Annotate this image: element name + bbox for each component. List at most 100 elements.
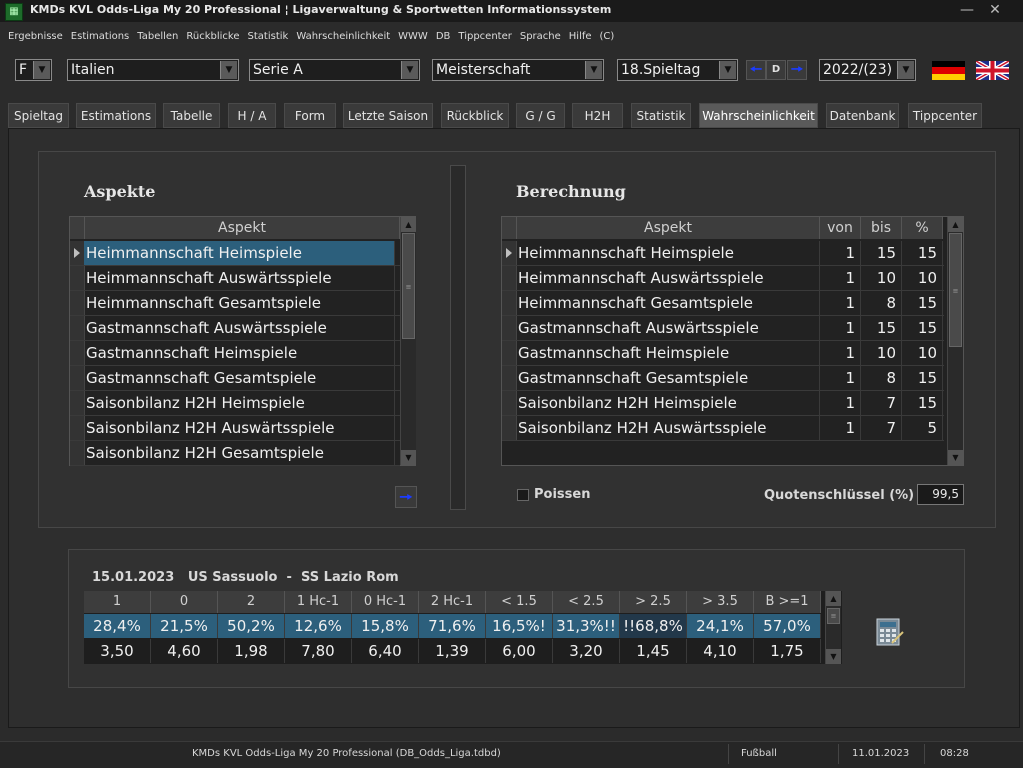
tab-form[interactable]: Form — [284, 103, 336, 128]
tab-statistik[interactable]: Statistik — [631, 103, 691, 128]
competition-select-value: Meisterschaft — [436, 62, 531, 78]
league-select[interactable]: Serie A ▼ — [249, 59, 420, 81]
berechnung-scrollbar[interactable]: ▲ ≡ ▼ — [947, 217, 963, 465]
scroll-thumb[interactable]: ≡ — [827, 608, 840, 624]
window-title: KMDs KVL Odds-Liga My 20 Professional ¦ … — [30, 3, 612, 16]
uk-flag-icon[interactable] — [976, 61, 1009, 80]
title-bar: ▦ KMDs KVL Odds-Liga My 20 Professional … — [0, 0, 1023, 22]
menu-tabellen[interactable]: Tabellen — [137, 27, 178, 47]
list-item[interactable]: Saisonbilanz H2H Heimspiele — [70, 391, 400, 416]
list-item[interactable]: Heimmannschaft Heimspiele — [70, 241, 400, 266]
tab-h2h[interactable]: H2H — [572, 103, 623, 128]
menu-rueckblicke[interactable]: Rückblicke — [186, 27, 239, 47]
season-select[interactable]: 2022/(23) ▼ — [819, 59, 916, 81]
aspekte-scrollbar[interactable]: ▲ ≡ ▼ — [400, 217, 416, 465]
probability-cell: 71,6% — [419, 614, 486, 638]
table-row[interactable]: Gastmannschaft Heimspiele 1 10 10 — [502, 341, 944, 366]
tab-tippcenter[interactable]: Tippcenter — [908, 103, 982, 128]
scroll-up-icon[interactable]: ▲ — [826, 591, 841, 606]
scroll-thumb[interactable]: ≡ — [949, 233, 962, 347]
table-row[interactable]: Heimmannschaft Heimspiele 1 15 15 — [502, 241, 944, 266]
scroll-up-icon[interactable]: ▲ — [948, 217, 963, 232]
grid-indicator-header — [70, 217, 85, 239]
von-column-header[interactable]: von — [820, 217, 861, 239]
close-button[interactable]: ✕ — [985, 1, 1005, 19]
menu-wahrscheinlichkeit[interactable]: Wahrscheinlichkeit — [296, 27, 390, 47]
tab-datenbank[interactable]: Datenbank — [826, 103, 899, 128]
status-sport: Fußball — [741, 748, 777, 759]
tab-estimations[interactable]: Estimations — [76, 103, 156, 128]
mode-select[interactable]: F ▼ — [15, 59, 52, 81]
menu-statistik[interactable]: Statistik — [248, 27, 289, 47]
matchday-select[interactable]: 18.Spieltag ▼ — [617, 59, 738, 81]
scroll-down-icon[interactable]: ▼ — [826, 649, 841, 664]
season-select-value: 2022/(23) — [823, 62, 893, 78]
tab-rueckblick[interactable]: Rückblick — [441, 103, 509, 128]
list-item[interactable]: Heimmannschaft Gesamtspiele — [70, 291, 400, 316]
poissen-checkbox[interactable] — [517, 489, 529, 501]
scroll-down-icon[interactable]: ▼ — [948, 450, 963, 465]
competition-select[interactable]: Meisterschaft ▼ — [432, 59, 604, 81]
calculator-icon[interactable] — [875, 617, 905, 647]
menu-db[interactable]: DB — [436, 27, 451, 47]
percent-column-header[interactable]: % — [902, 217, 943, 239]
panel-splitter[interactable] — [450, 165, 466, 510]
bis-column-header[interactable]: bis — [861, 217, 902, 239]
table-row[interactable]: Gastmannschaft Auswärtsspiele 1 15 15 — [502, 316, 944, 341]
menu-estimations[interactable]: Estimations — [71, 27, 129, 47]
aspekt-column-header[interactable]: Aspekt — [85, 217, 400, 239]
scroll-thumb[interactable]: ≡ — [402, 233, 415, 339]
team-separator: - — [286, 570, 292, 585]
table-row[interactable]: Saisonbilanz H2H Heimspiele 1 7 15 — [502, 391, 944, 416]
minimize-button[interactable]: — — [957, 1, 977, 19]
arrow-right-icon: 🠖 — [790, 62, 804, 78]
market-header: < 2.5 — [553, 591, 620, 613]
tab-tabelle[interactable]: Tabelle — [163, 103, 220, 128]
menu-tippcenter[interactable]: Tippcenter — [458, 27, 511, 47]
menu-hilfe[interactable]: Hilfe — [569, 27, 592, 47]
german-flag-icon[interactable] — [932, 61, 965, 80]
probability-cell: 21,5% — [151, 614, 218, 638]
probability-scrollbar[interactable]: ▲ ≡ ▼ — [825, 591, 841, 664]
aspekt-column-header[interactable]: Aspekt — [517, 217, 820, 239]
market-header: 1 — [84, 591, 151, 613]
current-matchday-button[interactable]: D — [766, 60, 786, 80]
list-item[interactable]: Gastmannschaft Gesamtspiele — [70, 366, 400, 391]
menu-www[interactable]: WWW — [398, 27, 428, 47]
probability-cell: 12,6% — [285, 614, 352, 638]
odds-cell: 7,80 — [285, 639, 352, 663]
country-select[interactable]: Italien ▼ — [67, 59, 239, 81]
tab-g-g[interactable]: G / G — [516, 103, 565, 128]
transfer-button[interactable]: 🠖 — [395, 486, 417, 508]
odds-cell: 6,00 — [486, 639, 553, 663]
table-row[interactable]: Gastmannschaft Gesamtspiele 1 8 15 — [502, 366, 944, 391]
mode-select-value: F — [19, 62, 28, 78]
odds-cell: 1,39 — [419, 639, 486, 663]
quotenschluessel-input[interactable]: 99,5 — [917, 484, 964, 505]
menu-ergebnisse[interactable]: Ergebnisse — [8, 27, 63, 47]
table-row[interactable]: Saisonbilanz H2H Auswärtsspiele 1 7 5 — [502, 416, 944, 441]
list-item[interactable]: Saisonbilanz H2H Gesamtspiele — [70, 441, 400, 466]
berechnung-title: Berechnung — [516, 182, 626, 201]
list-item[interactable]: Gastmannschaft Heimspiele — [70, 341, 400, 366]
odds-cell: 3,20 — [553, 639, 620, 663]
chevron-down-icon: ▼ — [897, 61, 914, 79]
tab-spieltag[interactable]: Spieltag — [8, 103, 69, 128]
scroll-up-icon[interactable]: ▲ — [401, 217, 416, 232]
tab-wahrscheinlichkeit[interactable]: Wahrscheinlichkeit — [699, 103, 818, 128]
list-item[interactable]: Gastmannschaft Auswärtsspiele — [70, 316, 400, 341]
list-item[interactable]: Heimmannschaft Auswärtsspiele — [70, 266, 400, 291]
menu-sprache[interactable]: Sprache — [520, 27, 561, 47]
table-row[interactable]: Heimmannschaft Gesamtspiele 1 8 15 — [502, 291, 944, 316]
next-matchday-button[interactable]: 🠖 — [787, 60, 807, 80]
menu-copyright[interactable]: (C) — [600, 27, 615, 47]
table-row[interactable]: Heimmannschaft Auswärtsspiele 1 10 10 — [502, 266, 944, 291]
tab-heim-auswaerts[interactable]: H / A — [228, 103, 276, 128]
country-select-value: Italien — [71, 62, 115, 78]
list-item[interactable]: Saisonbilanz H2H Auswärtsspiele — [70, 416, 400, 441]
odds-cell: 6,40 — [352, 639, 419, 663]
prev-matchday-button[interactable]: 🠔 — [746, 60, 766, 80]
odds-cell: 1,75 — [754, 639, 821, 663]
tab-letzte-saison[interactable]: Letzte Saison — [343, 103, 433, 128]
scroll-down-icon[interactable]: ▼ — [401, 450, 416, 465]
